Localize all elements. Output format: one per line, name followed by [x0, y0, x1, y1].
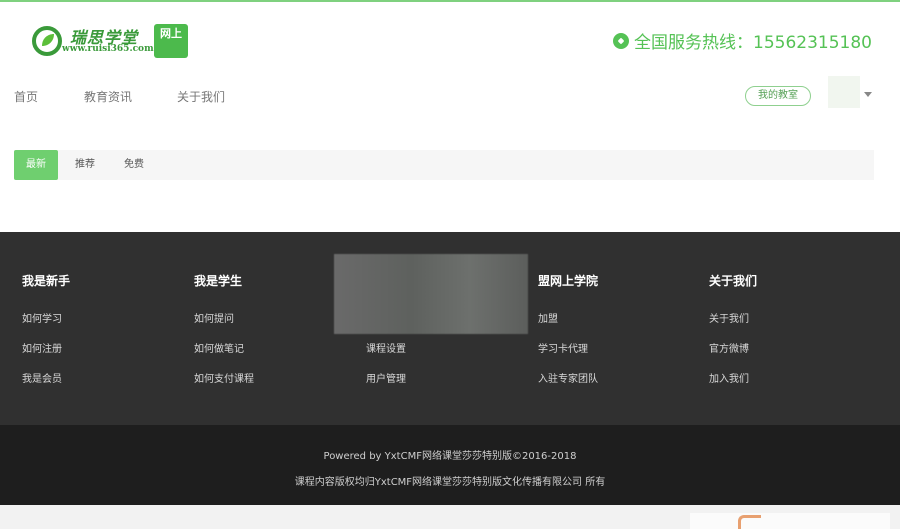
nav-item-home[interactable]: 首页 — [14, 88, 38, 105]
footer-column-newcomer: 我是新手 如何学习 如何注册 我是会员 — [22, 272, 71, 385]
footer-column-title: 我是新手 — [22, 274, 71, 288]
logo-url: www.ruisi365.com — [62, 44, 154, 54]
logo-badge: 网上 — [154, 24, 188, 58]
footer-column-academy: 盟网上学院 加盟 学习卡代理 入驻专家团队 — [538, 272, 599, 385]
footer-link[interactable]: 关于我们 — [709, 310, 757, 325]
user-avatar[interactable] — [828, 76, 860, 108]
tab-latest[interactable]: 最新 — [14, 150, 58, 180]
redacted-overlay — [334, 254, 528, 334]
footer-link[interactable]: 如何做笔记 — [194, 340, 254, 355]
corner-decoration — [690, 513, 890, 529]
footer-link[interactable]: 如何支付课程 — [194, 370, 254, 385]
footer-link[interactable]: 学习卡代理 — [538, 340, 598, 355]
footer-link[interactable]: 官方微博 — [709, 340, 757, 355]
chevron-down-icon[interactable] — [864, 92, 872, 97]
footer-link[interactable]: 课程设置 — [366, 340, 406, 355]
site-footer: 我是新手 如何学习 如何注册 我是会员 我是学生 如何提问 如何做笔记 如何支付… — [0, 232, 900, 425]
footer-column-about: 关于我们 关于我们 官方微博 加入我们 — [709, 272, 758, 385]
nav-item-about-us[interactable]: 关于我们 — [177, 88, 225, 105]
footer-link[interactable]: 我是会员 — [22, 370, 70, 385]
footer-link[interactable]: 如何提问 — [194, 310, 254, 325]
tab-free[interactable]: 免费 — [117, 150, 151, 180]
footer-link[interactable]: 如何注册 — [22, 340, 70, 355]
footer-column-student: 我是学生 如何提问 如何做笔记 如何支付课程 — [194, 272, 254, 385]
nav-item-education-news[interactable]: 教育资讯 — [84, 88, 132, 105]
phone-icon — [613, 32, 630, 49]
footer-column-title: 关于我们 — [709, 274, 758, 288]
site-header: 瑞思学堂 www.ruisi365.com 网上 全国服务热线：15562315… — [0, 2, 900, 78]
site-logo[interactable]: 瑞思学堂 www.ruisi365.com 网上 — [32, 24, 192, 60]
footer-link[interactable]: 加盟 — [538, 310, 598, 325]
tab-recommended[interactable]: 推荐 — [68, 150, 102, 180]
footer-link[interactable]: 如何学习 — [22, 310, 70, 325]
hotline-text: 全国服务热线：15562315180 — [634, 33, 872, 53]
leaf-logo-icon — [32, 26, 62, 56]
copyright-text: 课程内容版权均归YxtCMF网络课堂莎莎特别版文化传播有限公司 所有 — [294, 477, 606, 488]
copyright-bar: Powered by YxtCMF网络课堂莎莎特别版©2016-2018 课程内… — [0, 425, 900, 505]
footer-column-title: 我是学生 — [194, 274, 243, 288]
powered-by-text: Powered by YxtCMF网络课堂莎莎特别版©2016-2018 — [323, 451, 577, 462]
course-tabs: 最新 推荐 免费 — [14, 150, 874, 180]
my-classroom-button[interactable]: 我的教室 — [745, 86, 811, 106]
footer-link[interactable]: 入驻专家团队 — [538, 370, 598, 385]
footer-link[interactable]: 用户管理 — [366, 370, 406, 385]
footer-link[interactable]: 加入我们 — [709, 370, 757, 385]
footer-column-title: 盟网上学院 — [538, 274, 599, 288]
service-hotline: 全国服务热线：15562315180 — [613, 28, 872, 53]
